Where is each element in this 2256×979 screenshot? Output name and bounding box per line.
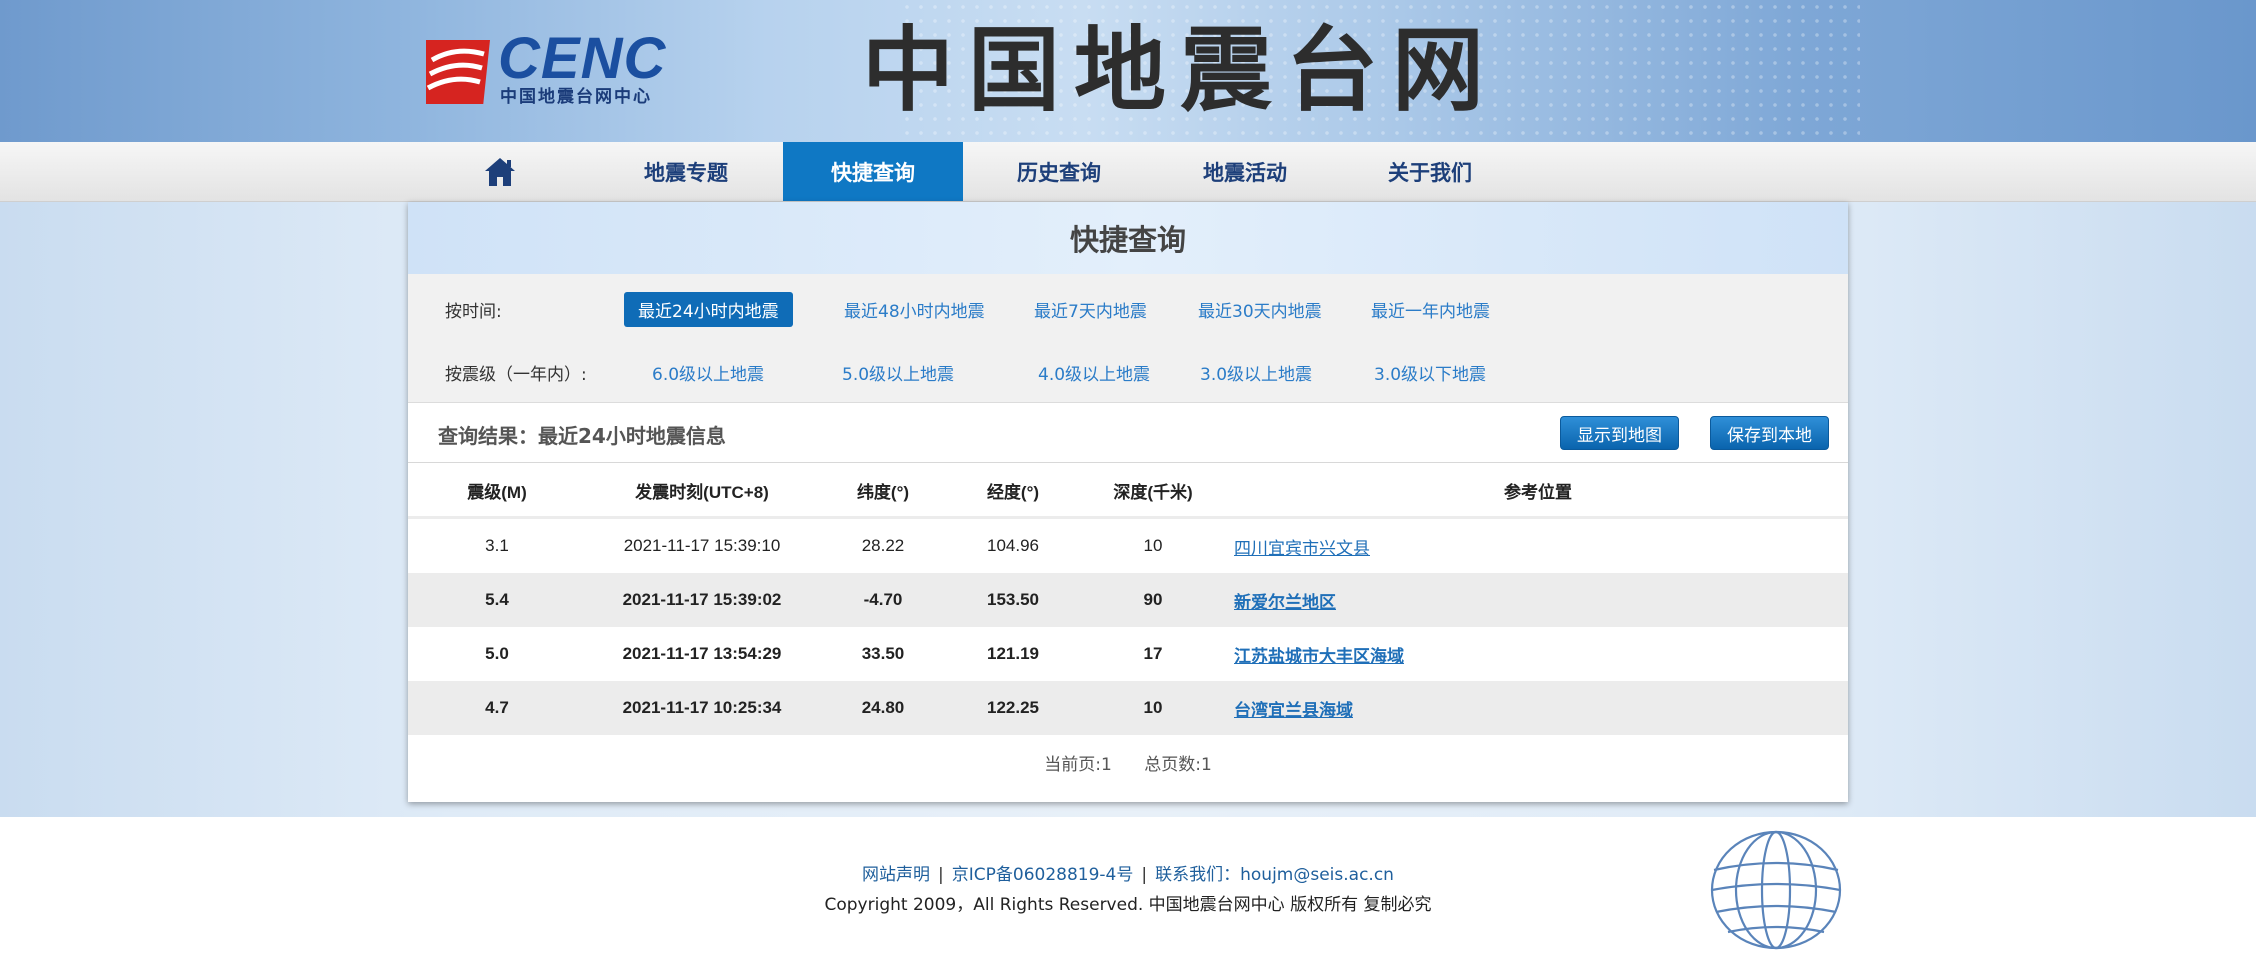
footer-contact-label: 联系我们： (1155, 865, 1241, 885)
filter-30d[interactable]: 最近30天内地震 (1184, 292, 1336, 327)
table-row: 4.7 2021-11-17 10:25:34 24.80 122.25 10 … (408, 681, 1848, 735)
current-page: 当前页:1 (1044, 755, 1112, 775)
filter-48h[interactable]: 最近48小时内地震 (830, 292, 999, 327)
cell-time: 2021-11-17 15:39:10 (623, 536, 781, 555)
nav-activity[interactable]: 地震活动 (1155, 142, 1335, 201)
table-row: 5.0 2021-11-17 13:54:29 33.50 121.19 17 … (408, 627, 1848, 681)
cell-location: 台湾宜兰县海域 (1228, 681, 1848, 735)
nav-topics[interactable]: 地震专题 (596, 142, 776, 201)
nav-home[interactable] (410, 142, 590, 201)
table-header-row: 震级(M) 发震时刻(UTC+8) 纬度(°) 经度(°) 深度(千米) 参考位… (408, 464, 1848, 519)
result-title: 查询结果：最近24小时地震信息 (438, 424, 726, 448)
header-banner: CENC 中国地震台网中心 中国地震台网 (0, 0, 2256, 142)
cell-time: 2021-11-17 15:39:02 (586, 573, 818, 627)
cell-longitude: 122.25 (948, 681, 1078, 735)
location-link[interactable]: 新爱尔兰地区 (1234, 593, 1336, 612)
panel-title: 快捷查询 (408, 202, 1848, 274)
globe-icon (1710, 830, 1842, 950)
cell-longitude: 121.19 (987, 644, 1039, 663)
cell-location: 四川宜宾市兴文县 (1228, 518, 1848, 574)
nav-quick-query[interactable]: 快捷查询 (783, 142, 963, 201)
location-link[interactable]: 台湾宜兰县海域 (1234, 701, 1353, 720)
by-magnitude-label: 按震级（一年内）: (445, 365, 587, 385)
by-time-label: 按时间: (445, 302, 502, 322)
logo-text: CENC (498, 26, 667, 91)
earthquake-table: 震级(M) 发震时刻(UTC+8) 纬度(°) 经度(°) 深度(千米) 参考位… (408, 464, 1848, 735)
footer-links: 网站声明 | 京ICP备06028819-4号 | 联系我们：houjm@seis.ac… (862, 865, 1394, 885)
cell-magnitude: 5.4 (408, 573, 586, 627)
cell-location: 新爱尔兰地区 (1228, 573, 1848, 627)
cell-magnitude: 3.1 (485, 536, 509, 555)
col-depth[interactable]: 深度(千米) (1078, 464, 1228, 519)
logo-subtitle: 中国地震台网中心 (500, 87, 652, 107)
copyright: Copyright 2009，All Rights Reserved. 中国地震… (824, 895, 1432, 915)
cell-latitude: 24.80 (818, 681, 948, 735)
site-title: 中国地震台网 (862, 16, 1499, 124)
cell-location: 江苏盐城市大丰区海域 (1228, 627, 1848, 681)
save-local-button[interactable]: 保存到本地 (1710, 416, 1829, 450)
nav-about[interactable]: 关于我们 (1340, 142, 1520, 201)
table-row: 3.1 2021-11-17 15:39:10 28.22 104.96 10 … (408, 518, 1848, 574)
col-location: 参考位置 (1228, 464, 1848, 519)
home-icon (485, 157, 515, 186)
filter-mag-3-below[interactable]: 3.0级以下地震 (1360, 355, 1500, 390)
filter-mag-5[interactable]: 5.0级以上地震 (828, 355, 968, 390)
cell-magnitude: 4.7 (408, 681, 586, 735)
main-nav: 地震专题 快捷查询 历史查询 地震活动 关于我们 (0, 142, 2256, 202)
filter-7d[interactable]: 最近7天内地震 (1020, 292, 1161, 327)
cell-depth: 17 (1143, 644, 1163, 663)
location-link[interactable]: 四川宜宾市兴文县 (1234, 539, 1370, 558)
col-latitude[interactable]: 纬度(°) (818, 464, 948, 519)
cell-time: 2021-11-17 10:25:34 (586, 681, 818, 735)
cell-depth: 90 (1078, 573, 1228, 627)
filter-area: 按时间: 最近24小时内地震 最近48小时内地震 最近7天内地震 最近30天内地… (408, 274, 1848, 403)
footer-icp-link[interactable]: 京ICP备06028819-4号 (952, 865, 1134, 885)
col-time[interactable]: 发震时刻(UTC+8) (586, 464, 818, 519)
nav-history[interactable]: 历史查询 (969, 142, 1149, 201)
cell-longitude: 104.96 (987, 536, 1039, 555)
location-link[interactable]: 江苏盐城市大丰区海域 (1234, 647, 1404, 666)
filter-24h[interactable]: 最近24小时内地震 (624, 292, 793, 327)
cell-latitude: -4.70 (818, 573, 948, 627)
cell-latitude: 28.22 (861, 536, 905, 555)
cell-magnitude: 5.0 (485, 644, 509, 663)
show-map-button[interactable]: 显示到地图 (1560, 416, 1679, 450)
filter-mag-3-above[interactable]: 3.0级以上地震 (1186, 355, 1326, 390)
filter-1y[interactable]: 最近一年内地震 (1357, 292, 1504, 327)
cell-time: 2021-11-17 13:54:29 (622, 644, 782, 663)
cell-depth: 10 (1078, 681, 1228, 735)
col-longitude[interactable]: 经度(°) (948, 464, 1078, 519)
table-row: 5.4 2021-11-17 15:39:02 -4.70 153.50 90 … (408, 573, 1848, 627)
cell-longitude: 153.50 (948, 573, 1078, 627)
cell-latitude: 33.50 (861, 644, 905, 663)
pager: 当前页:1 总页数:1 (408, 750, 1848, 775)
col-magnitude[interactable]: 震级(M) (408, 464, 586, 519)
footer-statement-link[interactable]: 网站声明 (862, 865, 930, 885)
filter-mag-4[interactable]: 4.0级以上地震 (1024, 355, 1164, 390)
footer-contact-email[interactable]: houjm@seis.ac.cn (1240, 865, 1394, 885)
divider (408, 462, 1848, 463)
total-pages: 总页数:1 (1144, 755, 1212, 775)
query-panel: 快捷查询 按时间: 最近24小时内地震 最近48小时内地震 最近7天内地震 最近… (408, 202, 1848, 802)
filter-mag-6[interactable]: 6.0级以上地震 (638, 355, 778, 390)
cell-depth: 10 (1143, 536, 1163, 555)
